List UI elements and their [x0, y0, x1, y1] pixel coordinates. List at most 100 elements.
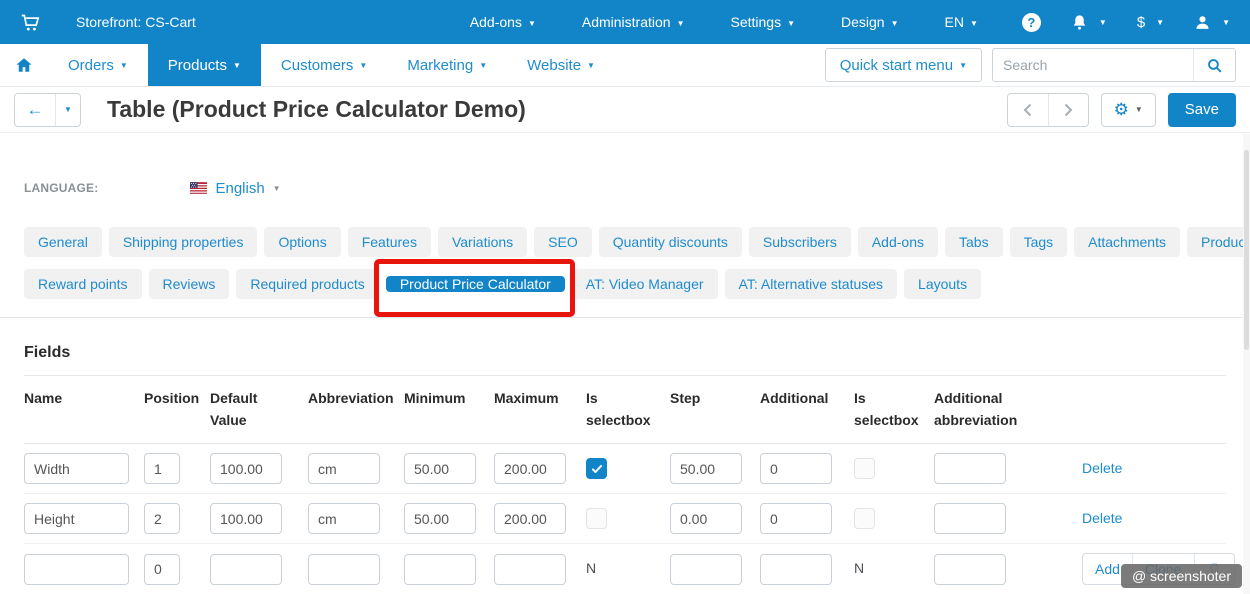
- tab-seo[interactable]: SEO: [534, 227, 592, 257]
- currency-button[interactable]: $ ▼: [1137, 14, 1164, 31]
- additional-input[interactable]: [760, 554, 832, 585]
- back-history-dropdown[interactable]: ▼: [55, 94, 80, 126]
- dollar-icon: $: [1137, 14, 1145, 31]
- step-input[interactable]: [670, 554, 742, 585]
- cart-icon[interactable]: [20, 11, 42, 33]
- default-value-input[interactable]: [210, 554, 282, 585]
- tab-layouts[interactable]: Layouts: [904, 269, 981, 299]
- menu-administration[interactable]: Administration▼: [582, 14, 685, 30]
- notifications-button[interactable]: ▼: [1071, 14, 1107, 31]
- chevron-down-icon: ▼: [1222, 18, 1230, 27]
- menu-design[interactable]: Design▼: [841, 14, 899, 30]
- language-row: LANGUAGE: English ▼: [24, 177, 1226, 199]
- tab-options[interactable]: Options: [264, 227, 340, 257]
- tab-reward-points[interactable]: Reward points: [24, 269, 142, 299]
- is-selectbox-2-checkbox[interactable]: [854, 508, 875, 529]
- scrollbar[interactable]: [1243, 134, 1250, 594]
- default-value-input[interactable]: [210, 503, 282, 534]
- table-row: Delete: [24, 444, 1226, 494]
- additional-input[interactable]: [760, 453, 832, 484]
- search-button[interactable]: [1193, 49, 1235, 81]
- tab-required-products[interactable]: Required products: [236, 269, 378, 299]
- abbreviation-input[interactable]: [308, 554, 380, 585]
- language-selector[interactable]: English ▼: [190, 180, 280, 197]
- col-header-name: Name: [24, 376, 144, 444]
- nav-item-products[interactable]: Products▼: [148, 44, 261, 86]
- col-header-is-selectbox: Is selectbox: [586, 376, 670, 444]
- delete-link[interactable]: Delete: [1082, 460, 1122, 476]
- is-selectbox-2-checkbox[interactable]: [854, 458, 875, 479]
- position-input[interactable]: [144, 453, 180, 484]
- maximum-input[interactable]: [494, 453, 566, 484]
- name-input[interactable]: [24, 503, 129, 534]
- menu-settings[interactable]: Settings▼: [730, 14, 795, 30]
- scrollbar-thumb[interactable]: [1244, 150, 1249, 350]
- name-input[interactable]: [24, 453, 129, 484]
- user-menu-button[interactable]: ▼: [1194, 14, 1230, 31]
- nav-item-marketing[interactable]: Marketing▼: [387, 44, 507, 86]
- is-selectbox-2-flag: N: [854, 560, 864, 576]
- watermark: @ screenshoter: [1121, 564, 1242, 588]
- tab-shipping-properties[interactable]: Shipping properties: [109, 227, 258, 257]
- tab-subscribers[interactable]: Subscribers: [749, 227, 851, 257]
- tab-variations[interactable]: Variations: [438, 227, 527, 257]
- search-input[interactable]: [993, 49, 1193, 81]
- delete-link[interactable]: Delete: [1082, 510, 1122, 526]
- minimum-input[interactable]: [404, 554, 476, 585]
- tab-at-video-manager[interactable]: AT: Video Manager: [572, 269, 718, 299]
- chevron-down-icon: ▼: [1156, 18, 1164, 27]
- additional-abbreviation-input[interactable]: [934, 453, 1006, 484]
- check-icon: [591, 463, 603, 475]
- nav-item-orders[interactable]: Orders▼: [48, 44, 148, 86]
- default-value-input[interactable]: [210, 453, 282, 484]
- additional-abbreviation-input[interactable]: [934, 503, 1006, 534]
- position-input[interactable]: [144, 503, 180, 534]
- menu-language-en[interactable]: EN▼: [945, 14, 978, 30]
- is-selectbox-checkbox[interactable]: [586, 458, 607, 479]
- next-item-button[interactable]: [1048, 94, 1088, 126]
- maximum-input[interactable]: [494, 503, 566, 534]
- tab-quantity-discounts[interactable]: Quantity discounts: [599, 227, 742, 257]
- settings-gear-button[interactable]: ⚙ ▼: [1101, 93, 1156, 127]
- col-header-maximum: Maximum: [494, 376, 586, 444]
- chevron-down-icon: ▼: [587, 61, 595, 70]
- name-input[interactable]: [24, 554, 129, 585]
- tab-attachments[interactable]: Attachments: [1074, 227, 1180, 257]
- minimum-input[interactable]: [404, 453, 476, 484]
- step-input[interactable]: [670, 503, 742, 534]
- tab-tabs[interactable]: Tabs: [945, 227, 1003, 257]
- maximum-input[interactable]: [494, 554, 566, 585]
- is-selectbox-checkbox[interactable]: [586, 508, 607, 529]
- additional-input[interactable]: [760, 503, 832, 534]
- tab-reviews[interactable]: Reviews: [149, 269, 230, 299]
- tab-at-alternative-statuses[interactable]: AT: Alternative statuses: [725, 269, 897, 299]
- col-header-additional: Additional: [760, 376, 854, 444]
- tab-addons[interactable]: Add-ons: [858, 227, 938, 257]
- position-input[interactable]: [144, 554, 180, 585]
- previous-item-button[interactable]: [1008, 94, 1048, 126]
- save-button[interactable]: Save: [1168, 93, 1236, 127]
- tab-product-bundles[interactable]: Product bundles: [1187, 227, 1250, 257]
- storefront-label[interactable]: Storefront: CS-Cart: [76, 14, 196, 30]
- abbreviation-input[interactable]: [308, 453, 380, 484]
- quick-start-menu-button[interactable]: Quick start menu▼: [825, 48, 982, 82]
- menu-addons[interactable]: Add-ons▼: [470, 14, 536, 30]
- prev-next-group: [1007, 93, 1089, 127]
- tab-features[interactable]: Features: [348, 227, 431, 257]
- step-input[interactable]: [670, 453, 742, 484]
- tab-general[interactable]: General: [24, 227, 102, 257]
- tab-tags[interactable]: Tags: [1010, 227, 1068, 257]
- home-button[interactable]: [0, 44, 48, 86]
- back-button[interactable]: ←: [15, 94, 55, 126]
- help-icon[interactable]: ?: [1022, 13, 1041, 32]
- abbreviation-input[interactable]: [308, 503, 380, 534]
- chevron-down-icon: ▼: [233, 61, 241, 70]
- tab-product-price-calculator[interactable]: Product Price Calculator: [386, 276, 565, 292]
- additional-abbreviation-input[interactable]: [934, 554, 1006, 585]
- nav-item-customers[interactable]: Customers▼: [261, 44, 387, 86]
- chevron-down-icon: ▼: [64, 105, 72, 114]
- nav-item-website[interactable]: Website▼: [507, 44, 615, 86]
- new-field-row: N N Add Clone: [24, 544, 1226, 594]
- minimum-input[interactable]: [404, 503, 476, 534]
- language-label: LANGUAGE:: [24, 181, 98, 195]
